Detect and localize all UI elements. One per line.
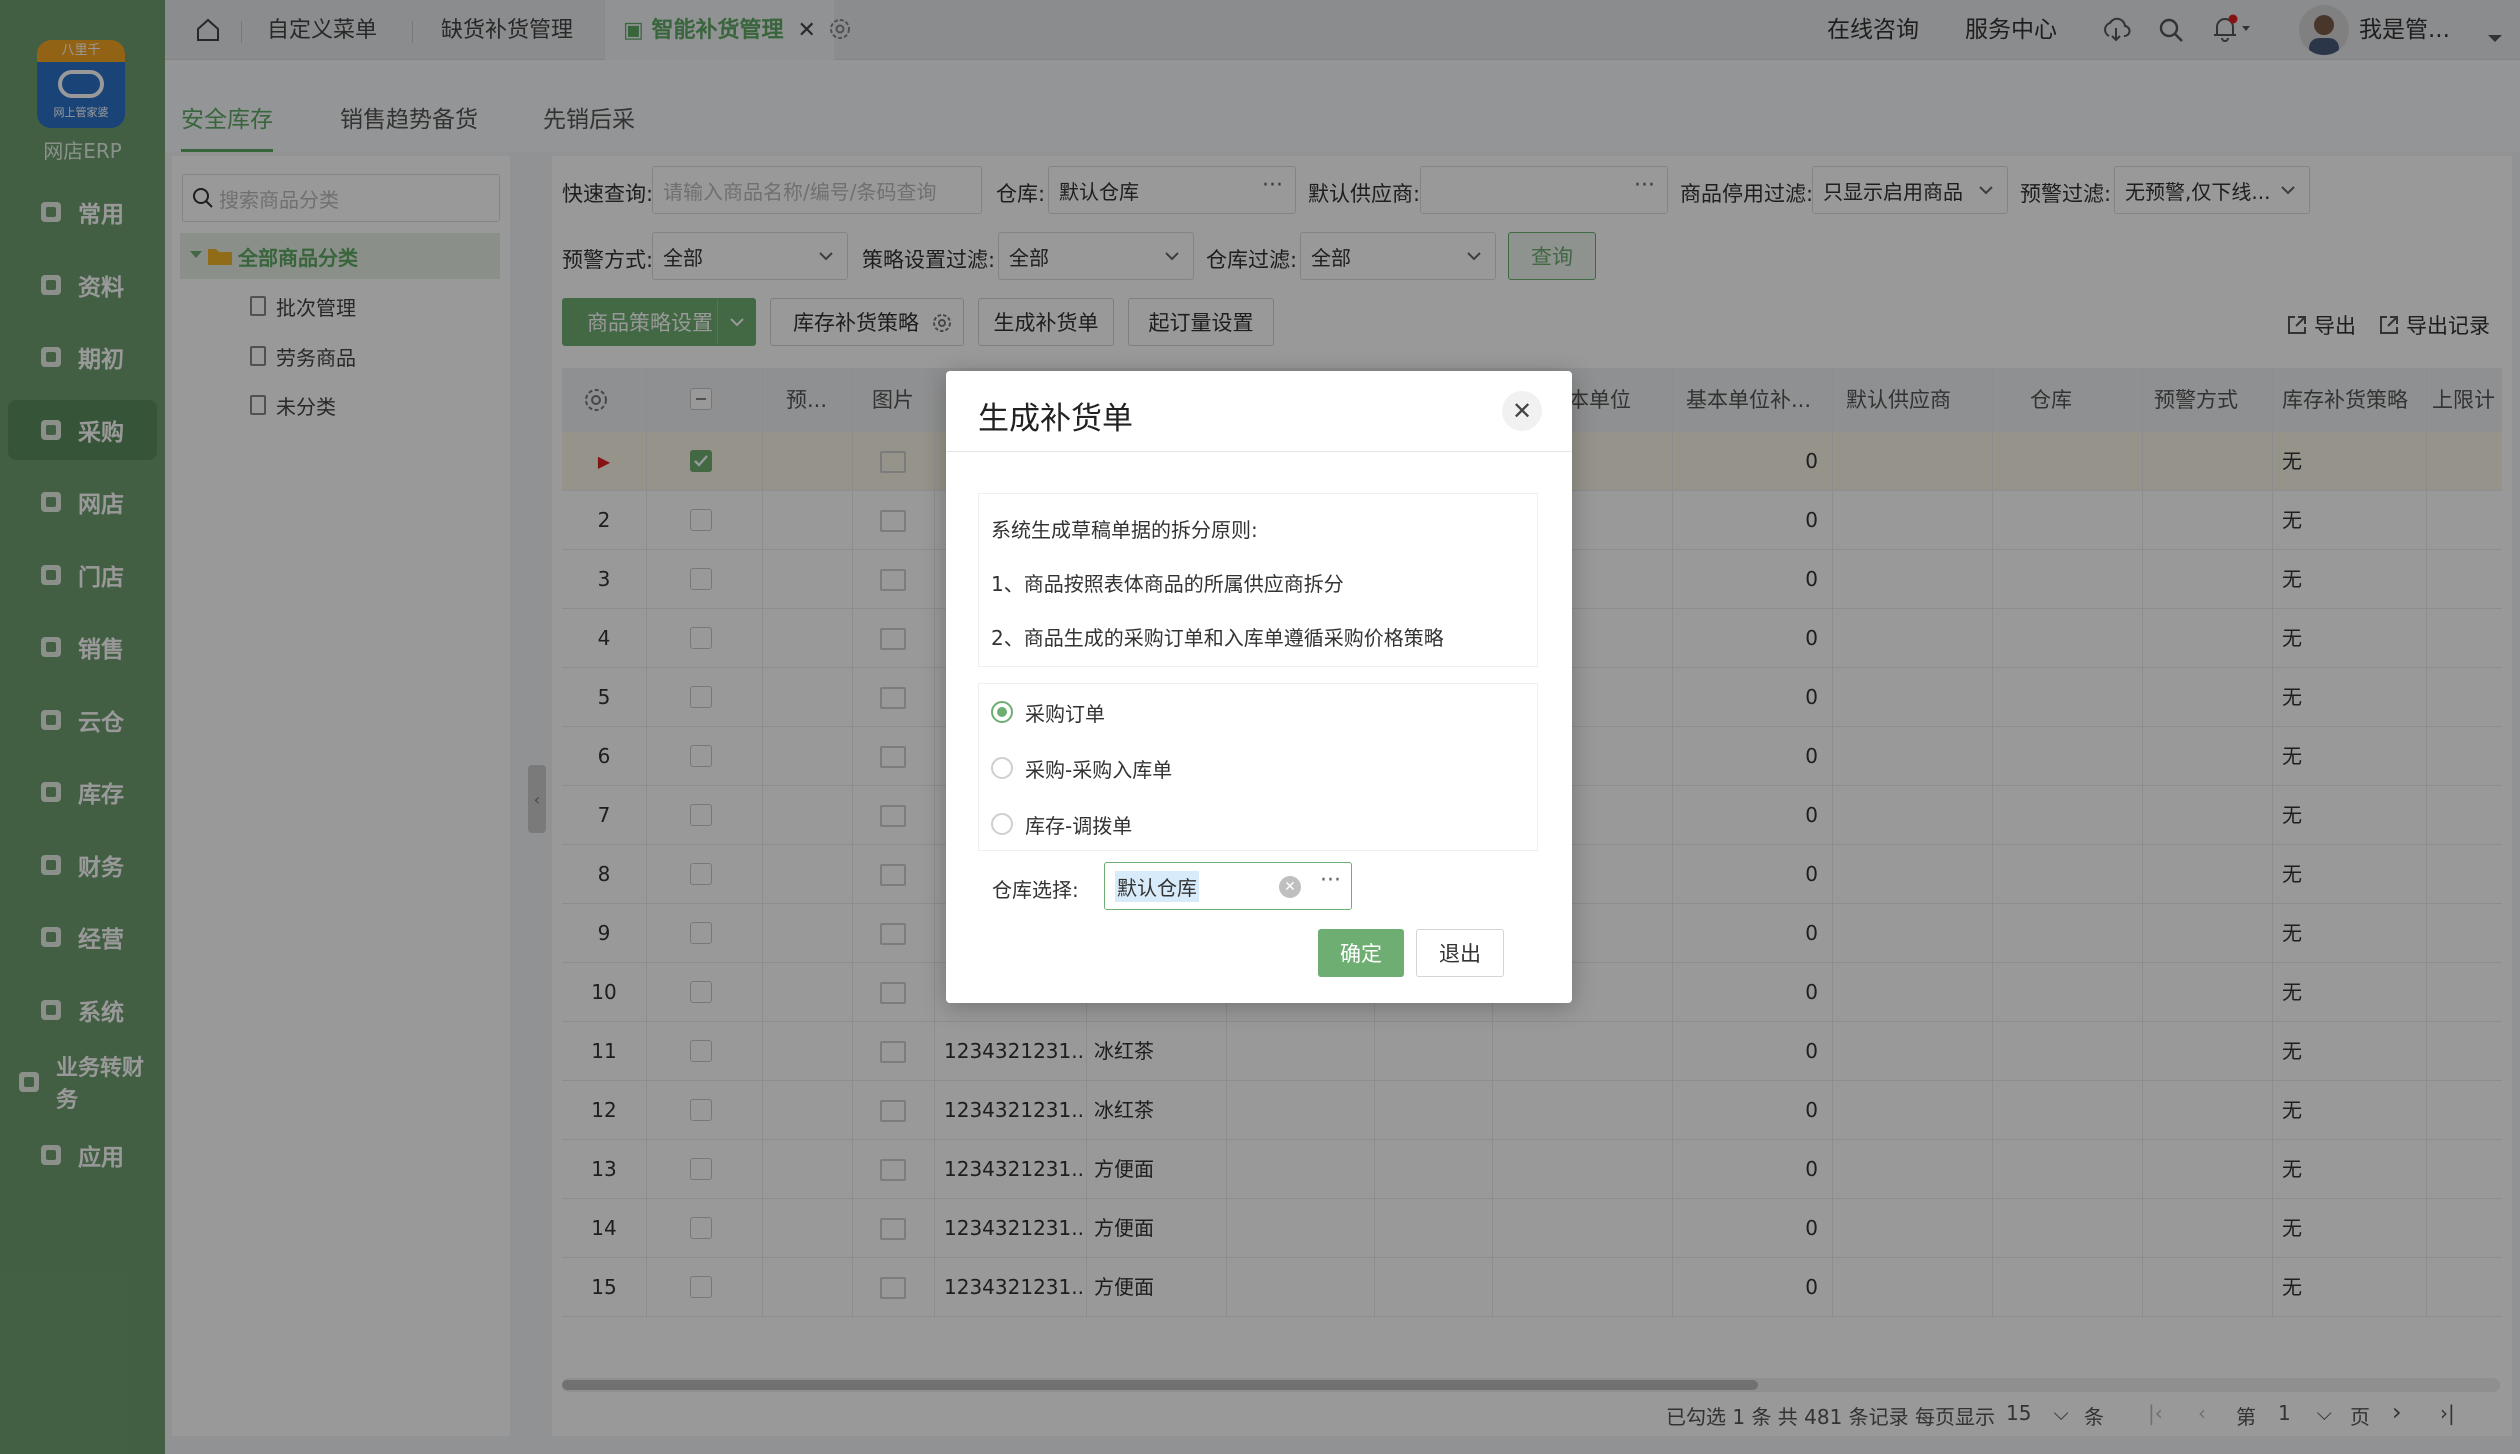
rule-item: 1、商品按照表体商品的所属供应商拆分 (991, 572, 1344, 596)
radio-icon (991, 757, 1013, 779)
warehouse-select-label: 仓库选择: (992, 878, 1079, 902)
order-type-label: 采购订单 (1025, 701, 1105, 726)
clear-icon[interactable]: ✕ (1279, 876, 1301, 898)
order-type-label: 采购-采购入库单 (1025, 757, 1173, 782)
close-icon[interactable]: ✕ (1502, 391, 1542, 431)
more-icon[interactable]: ··· (1320, 868, 1341, 893)
radio-icon (991, 813, 1013, 835)
warehouse-select-input[interactable]: 默认仓库 ✕ ··· (1104, 862, 1352, 910)
rule-item: 2、商品生成的采购订单和入库单遵循采购价格策略 (991, 626, 1444, 650)
dialog-title: 生成补货单 (978, 401, 1133, 437)
order-type-option[interactable]: 采购-采购入库单 (991, 750, 1172, 786)
generate-order-dialog: 生成补货单 ✕ 系统生成草稿单据的拆分原则: 1、商品按照表体商品的所属供应商拆… (946, 371, 1572, 1003)
split-rules-box: 系统生成草稿单据的拆分原则: 1、商品按照表体商品的所属供应商拆分 2、商品生成… (978, 493, 1538, 667)
exit-button[interactable]: 退出 (1416, 929, 1504, 977)
warehouse-select-value: 默认仓库 (1115, 870, 1199, 902)
radio-icon (991, 701, 1013, 723)
rule-title: 系统生成草稿单据的拆分原则: (991, 518, 1258, 542)
confirm-button[interactable]: 确定 (1318, 929, 1404, 977)
order-type-option[interactable]: 库存-调拨单 (991, 806, 1132, 842)
order-type-label: 库存-调拨单 (1025, 813, 1133, 838)
order-type-radio-group: 采购订单采购-采购入库单 库存-调拨单 (978, 683, 1538, 851)
order-type-option[interactable]: 采购订单 (991, 694, 1105, 730)
dialog-divider (946, 451, 1572, 452)
